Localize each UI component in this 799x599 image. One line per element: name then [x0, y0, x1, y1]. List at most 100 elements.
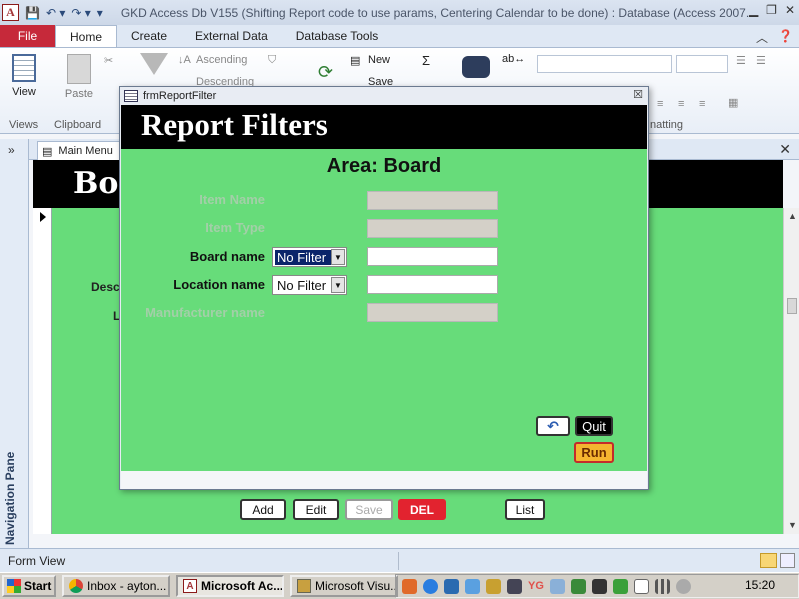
location-name-input[interactable]	[367, 275, 498, 294]
main-menu-tab-label: Main Menu	[58, 145, 113, 157]
tab-create[interactable]: Create	[117, 25, 181, 47]
board-name-filter-select[interactable]: No Filter ▼	[272, 247, 347, 267]
clock: 15:20	[744, 578, 775, 592]
taskbar-item-chrome-inbox[interactable]: Inbox - ayton...	[62, 575, 170, 597]
dialog-heading: Report Filters	[141, 107, 328, 142]
tray-monitor-icon[interactable]	[507, 578, 522, 594]
location-name-filter-value: No Filter	[277, 277, 327, 293]
design-view-icon[interactable]	[780, 553, 795, 568]
redo-icon[interactable]: ↷ ▾	[71, 6, 90, 20]
customize-toolbar-icon[interactable]: ▾	[97, 6, 103, 20]
record-selector[interactable]	[33, 208, 52, 534]
tray-sync-icon[interactable]	[423, 578, 438, 594]
tab-external-data[interactable]: External Data	[181, 25, 282, 47]
align-center-icon[interactable]: ≡	[657, 98, 663, 110]
close-icon[interactable]: ✕	[785, 3, 795, 17]
cut-icon[interactable]: ✂	[104, 54, 113, 67]
tray-yg-icon[interactable]: YG	[528, 580, 544, 592]
run-button[interactable]: Run	[574, 442, 614, 463]
taskbar-item-visual-basic[interactable]: Microsoft Visu...	[290, 575, 398, 597]
delete-button[interactable]: DEL	[398, 499, 446, 520]
new-record-button[interactable]: New	[368, 54, 390, 66]
new-record-icon: ▤	[350, 55, 361, 67]
manufacturer-name-input	[367, 303, 498, 322]
scroll-down-icon[interactable]: ▼	[788, 520, 797, 530]
start-button[interactable]: Start	[2, 575, 56, 597]
description-label: Desc	[91, 280, 120, 294]
taskbar-item-label: Microsoft Ac...	[201, 579, 284, 593]
chevron-down-icon[interactable]: ▼	[331, 249, 345, 265]
close-document-icon[interactable]: ✕	[779, 141, 791, 158]
undo-icon[interactable]: ↶ ▾	[46, 6, 65, 20]
board-name-input[interactable]	[367, 247, 498, 266]
tray-network-icon[interactable]	[465, 578, 480, 594]
restore-icon[interactable]: ❐	[766, 3, 777, 17]
scrollbar-thumb[interactable]	[787, 298, 797, 314]
tray-bug-icon[interactable]	[486, 578, 501, 594]
totals-icon[interactable]: Σ	[422, 53, 430, 68]
location-name-label: Location name	[173, 277, 265, 292]
undo-button[interactable]: ↶	[536, 416, 570, 436]
edit-button[interactable]: Edit	[293, 499, 339, 520]
refresh-all-icon[interactable]: ⟳	[318, 62, 333, 83]
dialog-title-bar[interactable]: frmReportFilter ☒	[120, 87, 648, 105]
filter-icon[interactable]	[140, 53, 168, 75]
numbering-icon[interactable]: ☰	[756, 54, 766, 67]
add-button[interactable]: Add	[240, 499, 286, 520]
tab-file[interactable]: File	[0, 25, 55, 47]
tray-shield-icon[interactable]	[612, 578, 628, 594]
tab-home[interactable]: Home	[55, 25, 118, 47]
chevron-down-icon[interactable]: ▼	[331, 277, 345, 293]
font-name-select[interactable]	[537, 55, 672, 73]
help-icon[interactable]: ❓	[778, 29, 793, 46]
tray-doc-icon[interactable]	[549, 578, 565, 594]
access-icon: A	[183, 579, 197, 593]
minimize-icon[interactable]: ▁	[749, 3, 758, 17]
dialog-header: Report Filters	[121, 105, 647, 149]
ribbon-collapse-icon[interactable]: ︿	[756, 29, 768, 46]
navigation-pane-label[interactable]: Navigation Pane	[3, 452, 17, 545]
font-size-select[interactable]	[676, 55, 728, 73]
signal-icon[interactable]	[654, 578, 670, 594]
tray-app-icon[interactable]	[402, 578, 417, 594]
window-controls: ▁ ❐ ✕	[749, 3, 795, 17]
scroll-up-icon[interactable]: ▲	[788, 211, 797, 221]
find-icon[interactable]	[462, 56, 490, 78]
align-right-icon[interactable]: ≡	[678, 98, 684, 110]
taskbar-item-access[interactable]: A Microsoft Ac...	[176, 575, 284, 597]
align-justify-icon[interactable]: ≡	[699, 98, 705, 110]
ascending-button[interactable]: Ascending	[196, 54, 247, 66]
tray-black-icon[interactable]	[591, 578, 607, 594]
quit-button[interactable]: Quit	[575, 416, 613, 436]
save-icon[interactable]: 💾	[25, 6, 40, 20]
windows-logo-icon	[7, 579, 21, 593]
list-button[interactable]: List	[505, 499, 545, 520]
replace-icon[interactable]: ab↔	[502, 53, 525, 65]
descending-button[interactable]: Descending	[196, 76, 254, 86]
selection-filter-icon[interactable]: ⛉	[268, 54, 276, 67]
location-name-filter-select[interactable]: No Filter ▼	[272, 275, 347, 295]
view-button-label: View	[12, 86, 36, 98]
area-title: Area: Board	[326, 155, 442, 177]
gridlines-icon[interactable]: ▦	[728, 96, 738, 109]
tray-box-icon[interactable]	[444, 578, 459, 594]
taskbar-item-label: Microsoft Visu...	[315, 579, 398, 593]
navigation-pane[interactable]: » Navigation Pane	[0, 139, 29, 548]
sort-ascending-icon: ↓A	[178, 54, 191, 66]
dialog-close-icon[interactable]: ☒	[633, 88, 643, 101]
form-view-icon[interactable]	[760, 553, 777, 568]
volume-icon[interactable]	[675, 578, 691, 594]
flag-icon[interactable]	[633, 578, 649, 594]
vertical-scrollbar[interactable]: ▲ ▼	[783, 208, 799, 534]
system-tray: YG	[395, 574, 799, 598]
navigation-pane-toggle[interactable]: »	[8, 143, 15, 157]
dialog-title: frmReportFilter	[143, 90, 217, 102]
window-title: GKD Access Db V155 (Shifting Report code…	[120, 5, 756, 20]
paste-button[interactable]: Paste	[62, 54, 96, 100]
tray-green-icon[interactable]	[570, 578, 586, 594]
tab-database-tools[interactable]: Database Tools	[282, 25, 393, 47]
view-button[interactable]: View	[8, 54, 40, 98]
bullets-icon[interactable]: ☰	[736, 54, 746, 67]
access-app-icon[interactable]: A	[2, 4, 19, 21]
save-record-button[interactable]: Save	[368, 76, 393, 86]
